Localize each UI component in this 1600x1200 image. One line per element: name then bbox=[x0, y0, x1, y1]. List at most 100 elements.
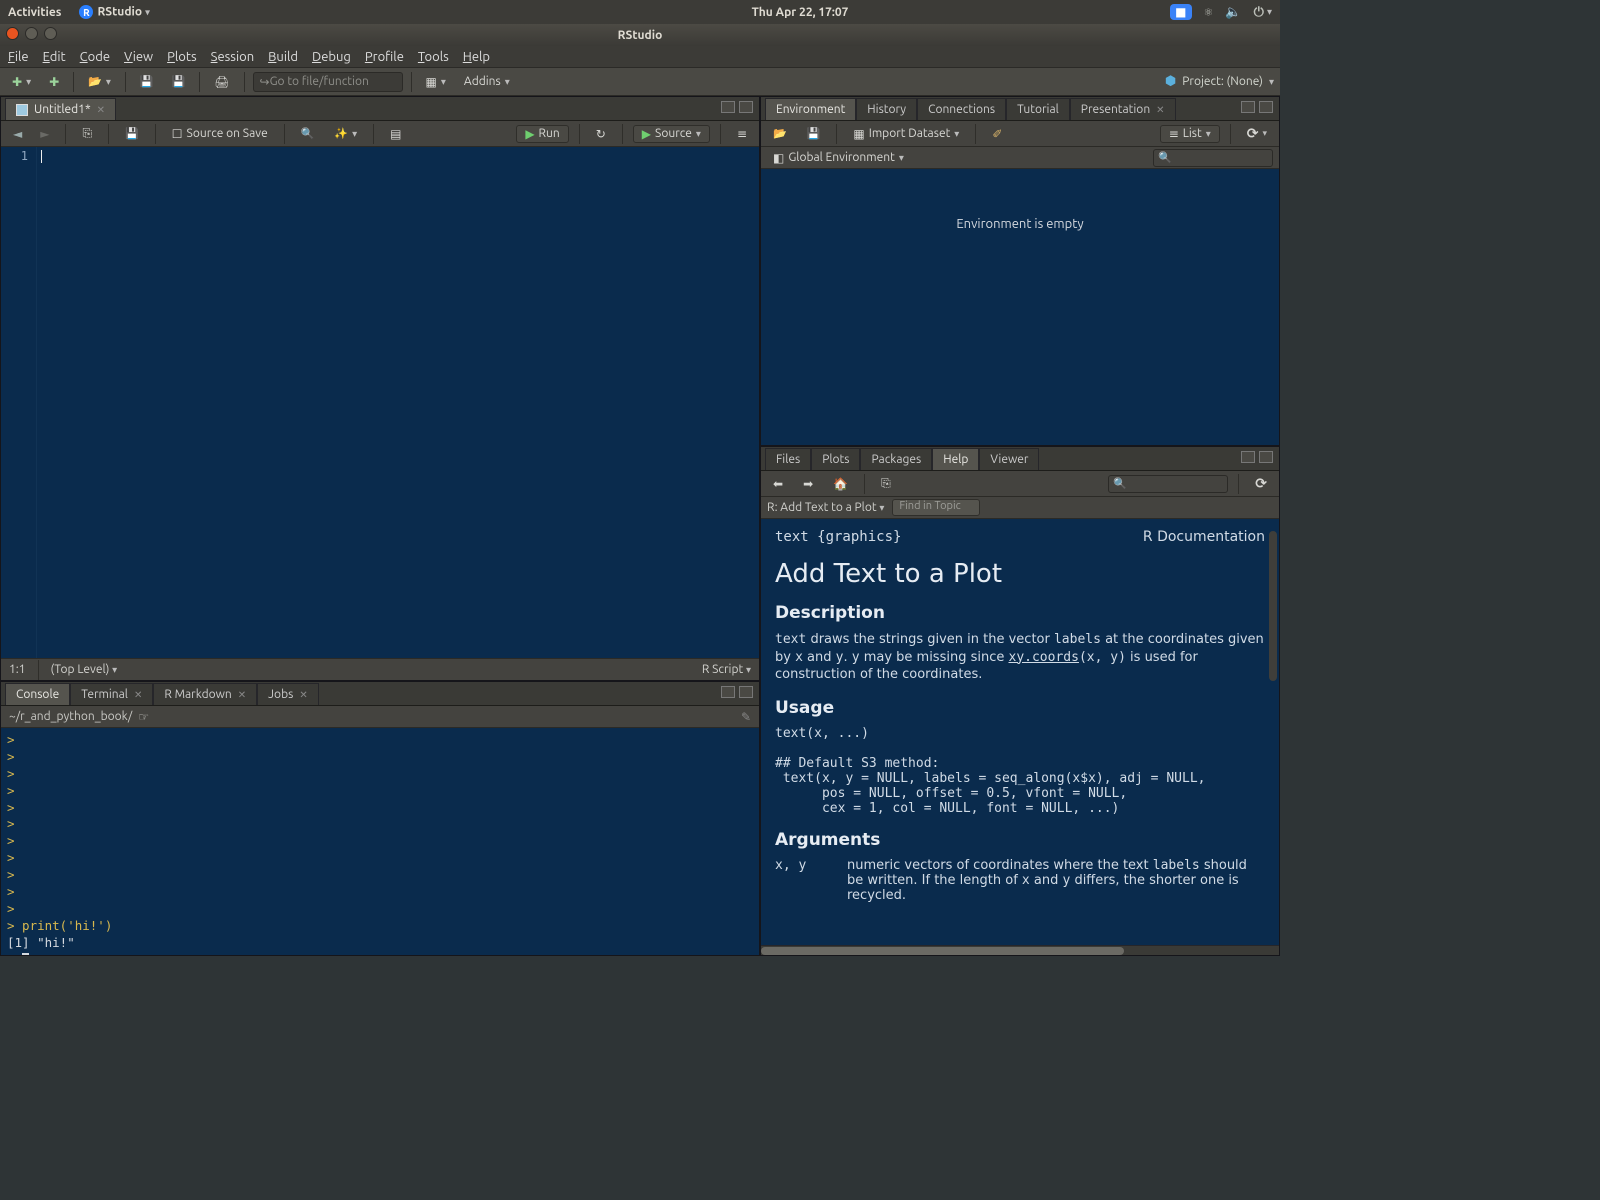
code-editor[interactable]: 1 bbox=[1, 147, 759, 658]
console-wd[interactable]: ~/r_and_python_book/ bbox=[9, 710, 132, 723]
env-search-input[interactable] bbox=[1153, 149, 1273, 167]
save-source-button[interactable] bbox=[119, 125, 145, 142]
help-home-button[interactable] bbox=[827, 475, 854, 493]
window-minimize-button[interactable] bbox=[25, 27, 38, 40]
tab-connections[interactable]: Connections bbox=[917, 98, 1006, 120]
pane-maximize-button[interactable] bbox=[739, 101, 753, 113]
menu-build[interactable]: Build bbox=[268, 50, 298, 64]
tab-console[interactable]: Console bbox=[5, 683, 70, 705]
run-button[interactable]: Run bbox=[516, 125, 568, 143]
clear-console-icon[interactable] bbox=[741, 710, 751, 724]
menu-session[interactable]: Session bbox=[211, 50, 254, 64]
volume-icon[interactable] bbox=[1225, 4, 1241, 19]
os-taskbar: Activities RRStudio ▾ Thu Apr 22, 17:07 … bbox=[0, 0, 1280, 24]
scope-picker[interactable]: (Top Level) ▾ bbox=[51, 663, 118, 676]
console[interactable]: >>>>>>>>>>>> print('hi!')[1] "hi!"> bbox=[1, 728, 759, 955]
menu-edit[interactable]: Edit bbox=[43, 50, 66, 64]
tab-plots[interactable]: Plots bbox=[811, 448, 860, 470]
pane-minimize-button[interactable] bbox=[1241, 101, 1255, 113]
menu-profile[interactable]: Profile bbox=[365, 50, 404, 64]
menu-plots[interactable]: Plots bbox=[167, 50, 197, 64]
pane-maximize-button[interactable] bbox=[1259, 451, 1273, 463]
popout-button[interactable] bbox=[76, 125, 98, 143]
env-scope-picker[interactable]: ◧ Global Environment ▾ bbox=[767, 149, 910, 167]
help-hscrollbar[interactable] bbox=[761, 945, 1279, 955]
tab-rmarkdown[interactable]: R Markdown ✕ bbox=[153, 683, 257, 705]
nav-fwd-button[interactable] bbox=[34, 125, 55, 143]
help-back-button[interactable] bbox=[767, 475, 789, 493]
close-icon[interactable]: ✕ bbox=[97, 104, 105, 116]
tab-history[interactable]: History bbox=[856, 98, 917, 120]
tab-viewer[interactable]: Viewer bbox=[979, 448, 1039, 470]
wand-button[interactable]: ▾ bbox=[328, 125, 363, 142]
window-maximize-button[interactable] bbox=[44, 27, 57, 40]
help-search-input[interactable] bbox=[1108, 475, 1228, 493]
activities-button[interactable]: Activities bbox=[8, 6, 61, 19]
source-tab-untitled[interactable]: Untitled1* ✕ bbox=[5, 98, 116, 120]
help-refresh-button[interactable]: ⟳ bbox=[1249, 473, 1273, 494]
xy-coords-link[interactable]: xy.coords bbox=[1009, 650, 1079, 665]
notebook-button[interactable] bbox=[384, 125, 407, 143]
window-close-button[interactable] bbox=[6, 27, 19, 40]
menu-view[interactable]: View bbox=[124, 50, 153, 64]
menu-debug[interactable]: Debug bbox=[312, 50, 351, 64]
grid-button[interactable]: ▾ bbox=[420, 73, 452, 91]
help-fwd-button[interactable] bbox=[797, 475, 819, 493]
menu-code[interactable]: Code bbox=[80, 50, 110, 64]
power-icon[interactable]: ▾ bbox=[1254, 4, 1272, 19]
zoom-indicator[interactable]: ■ bbox=[1170, 4, 1191, 20]
close-icon[interactable]: ✕ bbox=[238, 689, 246, 701]
import-dataset-button[interactable]: Import Dataset ▾ bbox=[847, 125, 965, 143]
save-all-button[interactable] bbox=[166, 73, 192, 90]
pane-minimize-button[interactable] bbox=[721, 686, 735, 698]
goto-input[interactable]: ↪ Go to file/function bbox=[253, 72, 403, 92]
source-on-save-toggle[interactable]: ☐ Source on Save bbox=[166, 125, 274, 143]
tab-environment[interactable]: Environment bbox=[765, 98, 856, 120]
scrollbar-thumb[interactable] bbox=[1269, 531, 1277, 681]
new-file-button[interactable]: ▾ bbox=[6, 73, 37, 91]
tab-packages[interactable]: Packages bbox=[860, 448, 932, 470]
help-content[interactable]: text {graphics} R Documentation Add Text… bbox=[761, 519, 1279, 945]
tab-tutorial[interactable]: Tutorial bbox=[1006, 98, 1070, 120]
help-popout-button[interactable] bbox=[875, 475, 897, 493]
tab-help[interactable]: Help bbox=[932, 448, 979, 470]
outline-button[interactable]: ≡ bbox=[731, 125, 753, 143]
tab-presentation[interactable]: Presentation ✕ bbox=[1070, 98, 1176, 120]
app-indicator[interactable]: RRStudio ▾ bbox=[79, 5, 150, 19]
close-icon[interactable]: ✕ bbox=[1156, 104, 1164, 116]
tab-files[interactable]: Files bbox=[765, 448, 811, 470]
open-file-button[interactable]: ▾ bbox=[82, 73, 117, 90]
print-button[interactable] bbox=[208, 73, 235, 91]
scrollbar-thumb[interactable] bbox=[761, 947, 1124, 955]
network-icon[interactable] bbox=[1204, 5, 1214, 20]
wd-go-icon[interactable]: ☞ bbox=[138, 710, 149, 724]
filetype-picker[interactable]: R Script ▾ bbox=[702, 663, 751, 676]
close-icon[interactable]: ✕ bbox=[299, 689, 307, 701]
save-button[interactable] bbox=[134, 73, 160, 90]
help-args-heading: Arguments bbox=[775, 830, 1265, 850]
env-view-picker[interactable]: ≡ List ▾ bbox=[1160, 125, 1220, 143]
menu-tools[interactable]: Tools bbox=[418, 50, 449, 64]
new-project-button[interactable] bbox=[43, 73, 65, 91]
source-button[interactable]: Source ▾ bbox=[633, 125, 710, 143]
pane-maximize-button[interactable] bbox=[739, 686, 753, 698]
tab-jobs[interactable]: Jobs ✕ bbox=[257, 683, 319, 705]
close-icon[interactable]: ✕ bbox=[134, 689, 142, 701]
pane-minimize-button[interactable] bbox=[1241, 451, 1255, 463]
tab-terminal[interactable]: Terminal ✕ bbox=[70, 683, 153, 705]
addins-button[interactable]: Addins ▾ bbox=[458, 73, 516, 90]
clear-env-button[interactable] bbox=[986, 125, 1008, 143]
find-button[interactable] bbox=[295, 125, 321, 142]
find-in-topic-input[interactable]: Find in Topic bbox=[892, 499, 980, 516]
nav-back-button[interactable] bbox=[7, 125, 28, 143]
project-picker[interactable]: Project: (None) ▾ bbox=[1165, 74, 1274, 89]
pane-minimize-button[interactable] bbox=[721, 101, 735, 113]
help-breadcrumb[interactable]: R: Add Text to a Plot ▾ bbox=[767, 501, 884, 514]
pane-maximize-button[interactable] bbox=[1259, 101, 1273, 113]
save-workspace-button[interactable] bbox=[801, 125, 827, 142]
env-refresh-button[interactable]: ⟳▾ bbox=[1241, 123, 1273, 144]
menu-file[interactable]: File bbox=[8, 50, 29, 64]
menu-help[interactable]: Help bbox=[463, 50, 490, 64]
load-workspace-button[interactable] bbox=[767, 125, 793, 142]
rerun-button[interactable] bbox=[590, 125, 612, 143]
